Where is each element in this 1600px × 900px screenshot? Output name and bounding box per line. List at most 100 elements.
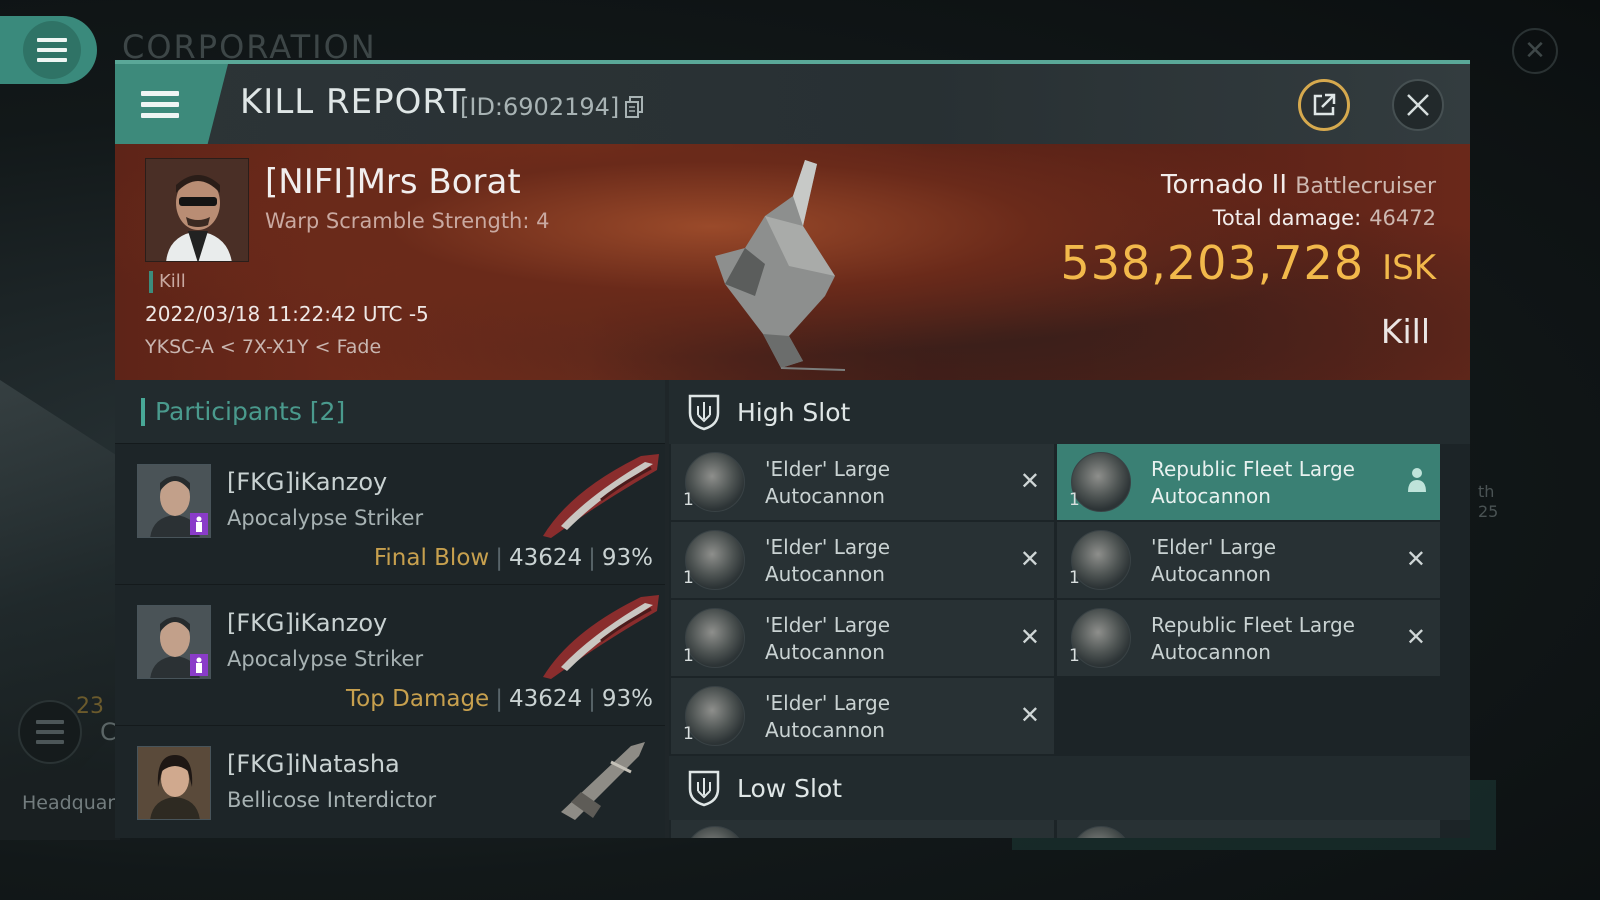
module-slot[interactable]	[1057, 820, 1440, 838]
participant-ship-image	[543, 595, 659, 679]
participant-tag: Top Damage	[346, 686, 490, 712]
module-quantity: 1	[683, 724, 694, 744]
title-bar: KILL REPORT [ID:6902194]	[115, 64, 1470, 144]
module-slot[interactable]: 1 'Elder' Large Autocannon ✕	[671, 522, 1054, 598]
participant-ship: Bellicose Interdictor	[227, 788, 437, 812]
share-button[interactable]	[1298, 79, 1350, 131]
module-name: Republic Fleet Large Autocannon	[1151, 613, 1355, 664]
low-slot-label: Low Slot	[737, 773, 843, 803]
copy-icon[interactable]	[625, 96, 643, 118]
low-slot-header: Low Slot	[669, 756, 1470, 820]
shield-icon	[688, 394, 720, 431]
high-slot-label: High Slot	[737, 397, 851, 427]
background-right-text: th 25	[1478, 482, 1499, 521]
kill-datetime: 2022/03/18 11:22:42 UTC -5	[145, 302, 429, 326]
module-icon	[1071, 826, 1131, 838]
window-title: KILL REPORT	[240, 82, 467, 122]
background-number: 23	[76, 694, 104, 719]
background-close-button[interactable]: ✕	[1512, 28, 1558, 74]
participant-name: [FKG]iKanzoy	[227, 468, 388, 496]
participant-damage: 43624	[508, 545, 583, 571]
participant-stats: Final Blow | 43624 | 93%	[373, 545, 653, 571]
isk-amount: 538,203,728	[1060, 236, 1365, 290]
total-damage: Total damage: 46472	[1213, 206, 1436, 230]
victim-hero: [NIFI]Mrs Borat Warp Scramble Strength: …	[115, 144, 1470, 380]
participant-stats: Top Damage | 43624 | 93%	[346, 686, 653, 712]
fitting-panel: High Slot 1 'Elder' Large Autocannon ✕ 1 …	[669, 380, 1470, 838]
victim-ship-image[interactable]	[685, 156, 875, 371]
module-slot[interactable]: 1 'Elder' Large Autocannon ✕	[671, 678, 1054, 754]
result-label: Kill	[1380, 312, 1430, 351]
module-quantity: 1	[683, 646, 694, 666]
lower-section: Participants [2] [FKG]iKanzoy Apocalypse…	[115, 380, 1470, 838]
module-name: Republic Fleet Large Autocannon	[1151, 457, 1355, 508]
isk-value: 538,203,728 ISK	[1060, 236, 1436, 290]
participant-ship: Apocalypse Striker	[227, 647, 424, 671]
module-slot[interactable]	[671, 820, 1054, 838]
participant-damage: 43624	[508, 686, 583, 712]
module-slot[interactable]: 1 Republic Fleet Large Autocannon	[1057, 444, 1440, 520]
ship-name: Tornado II	[1160, 170, 1288, 200]
destroyed-x-icon: ✕	[1019, 545, 1040, 573]
close-button[interactable]	[1392, 79, 1444, 131]
destroyed-x-icon: ✕	[1405, 623, 1426, 651]
module-quantity: 1	[1069, 646, 1080, 666]
participant-row[interactable]: [FKG]iKanzoy Apocalypse Striker Top Dama…	[115, 585, 665, 726]
background-menu-button[interactable]	[0, 16, 97, 84]
participant-tag: Final Blow	[373, 545, 490, 571]
total-damage-value: 46472	[1369, 206, 1436, 230]
participant-row[interactable]: [FKG]iNatasha Bellicose Interdictor	[115, 726, 665, 838]
shield-icon	[688, 770, 720, 807]
participants-panel: Participants [2] [FKG]iKanzoy Apocalypse…	[115, 380, 665, 838]
menu-icon	[36, 720, 64, 744]
isk-currency: ISK	[1382, 248, 1436, 288]
report-id: [ID:6902194]	[460, 93, 620, 121]
autocannon-icon	[1071, 608, 1131, 668]
module-quantity: 1	[1069, 490, 1080, 510]
ship-class: Battlecruiser	[1295, 174, 1436, 199]
header-accent	[141, 397, 145, 426]
window-menu-button[interactable]	[115, 64, 228, 144]
kill-report-window: KILL REPORT [ID:6902194] [NIFI]Mrs Borat…	[115, 60, 1470, 838]
avatar[interactable]	[137, 605, 211, 679]
module-icon	[685, 826, 745, 838]
module-name: 'Elder' Large Autocannon	[765, 535, 891, 586]
background-round-button[interactable]	[18, 700, 82, 764]
background-hq-tab[interactable]: Headquar	[0, 770, 120, 840]
autocannon-icon	[1071, 530, 1131, 590]
avatar[interactable]	[137, 464, 211, 538]
kill-tag: Kill	[149, 271, 186, 293]
module-quantity: 1	[683, 568, 694, 588]
module-slot[interactable]: 1 Republic Fleet Large Autocannon ✕	[1057, 600, 1440, 676]
participant-name: [FKG]iKanzoy	[227, 609, 388, 637]
victim-ship[interactable]: Tornado II Battlecruiser	[1161, 170, 1436, 200]
destroyed-x-icon: ✕	[1019, 701, 1040, 729]
kill-location[interactable]: YKSC-A < 7X-X1Y < Fade	[145, 336, 381, 358]
participant-name: [FKG]iNatasha	[227, 750, 400, 778]
participant-ship-image	[561, 742, 645, 820]
destroyed-x-icon: ✕	[1019, 623, 1040, 651]
module-quantity: 1	[683, 490, 694, 510]
participant-ship: Apocalypse Striker	[227, 506, 424, 530]
participant-percent: 93%	[601, 545, 653, 571]
person-icon	[1408, 468, 1426, 492]
victim-name[interactable]: [NIFI]Mrs Borat	[265, 162, 521, 202]
person-icon	[190, 654, 208, 676]
total-damage-label: Total damage:	[1212, 206, 1362, 230]
destroyed-x-icon: ✕	[1019, 467, 1040, 495]
module-name: 'Elder' Large Autocannon	[765, 613, 891, 664]
participant-row[interactable]: [FKG]iKanzoy Apocalypse Striker Final Bl…	[115, 444, 665, 585]
victim-portrait[interactable]	[145, 158, 249, 262]
autocannon-icon	[685, 686, 745, 746]
autocannon-icon	[685, 530, 745, 590]
module-slot[interactable]: 1 'Elder' Large Autocannon ✕	[671, 600, 1054, 676]
participants-header[interactable]: Participants [2]	[115, 380, 665, 444]
module-slot[interactable]: 1 'Elder' Large Autocannon ✕	[1057, 522, 1440, 598]
person-icon	[190, 513, 208, 535]
module-slot[interactable]: 1 'Elder' Large Autocannon ✕	[671, 444, 1054, 520]
warp-scramble-strength: Warp Scramble Strength: 4	[265, 209, 550, 233]
autocannon-icon	[685, 452, 745, 512]
module-name: 'Elder' Large Autocannon	[765, 691, 891, 742]
module-name: 'Elder' Large Autocannon	[765, 457, 891, 508]
avatar[interactable]	[137, 746, 211, 820]
